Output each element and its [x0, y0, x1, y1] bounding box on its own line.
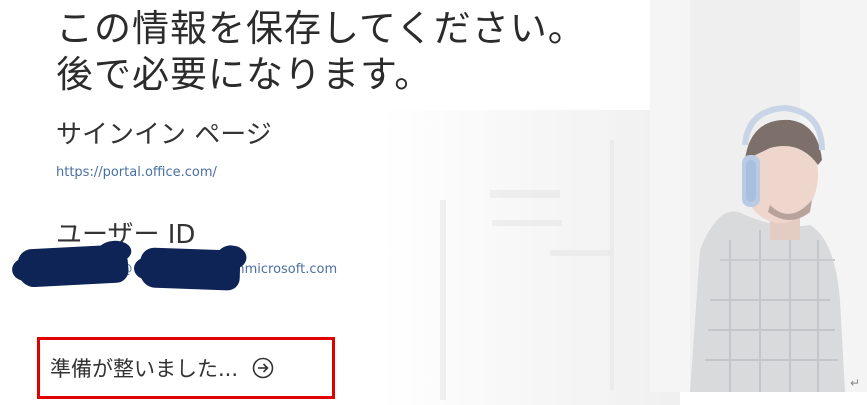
heading-line-1: この情報を保存してください。 [56, 7, 586, 50]
background-office-image [380, 110, 680, 405]
user-id-visible-domain: nmicrosoft.com [236, 262, 338, 277]
paragraph-return-mark: ↵ [850, 376, 861, 390]
redaction-scribble-1 [11, 239, 132, 288]
signin-page-label: サインイン ページ [56, 120, 272, 150]
circle-arrow-right-icon [252, 357, 274, 379]
page-heading: この情報を保存してください。 後で必要になります。 [56, 6, 636, 98]
heading-line-2: 後で必要になります。 [56, 53, 433, 96]
redaction-scribble-2 [133, 244, 247, 291]
person-with-headphones-photo [650, 0, 867, 392]
signin-page-url-link[interactable]: https://portal.office.com/ [56, 165, 217, 180]
ready-button-label: 準備が整いました... [50, 357, 239, 381]
ready-button[interactable]: 準備が整いました... [50, 350, 274, 386]
setup-complete-screen: この情報を保存してください。 後で必要になります。 サインイン ページ http… [0, 0, 867, 405]
